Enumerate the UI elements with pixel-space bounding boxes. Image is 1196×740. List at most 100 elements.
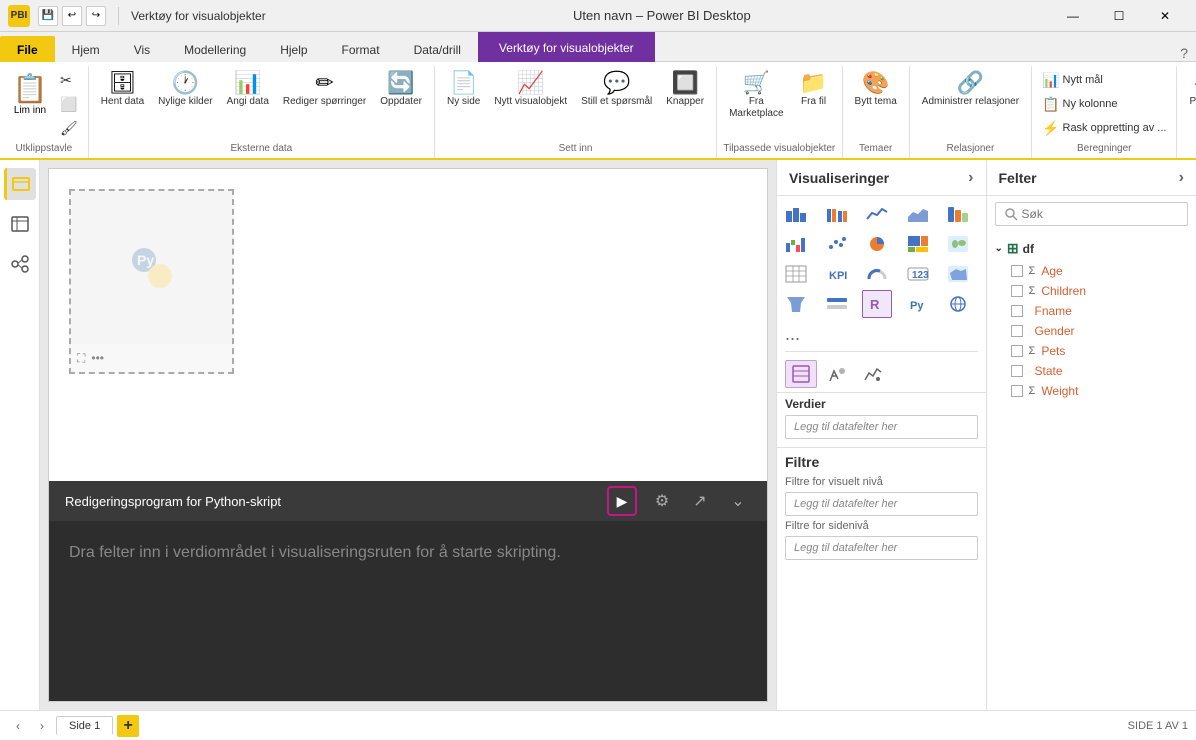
run-script-button[interactable]: ▶ bbox=[607, 486, 637, 516]
tab-hjelp[interactable]: Hjelp bbox=[263, 36, 324, 62]
tab-datadrill[interactable]: Data/drill bbox=[397, 36, 478, 62]
qa-button[interactable]: 💬 Still et spørsmål bbox=[575, 68, 658, 112]
viz-map[interactable] bbox=[943, 230, 973, 258]
nav-report[interactable] bbox=[4, 168, 36, 200]
manage-relations-button[interactable]: 🔗 Administrer relasjoner bbox=[916, 68, 1025, 112]
page-filter-drop-zone[interactable]: Legg til datafelter her bbox=[785, 536, 978, 560]
canvas-page[interactable]: Py ⛶ ••• Kjør skript-knapp ↙ Redi bbox=[48, 168, 768, 702]
visual-container[interactable]: Py ⛶ ••• bbox=[69, 189, 234, 374]
tab-modellering[interactable]: Modellering bbox=[167, 36, 263, 62]
field-item-weight[interactable]: Σ Weight bbox=[987, 381, 1196, 401]
viz-funnel[interactable] bbox=[781, 290, 811, 318]
main-area: Py ⛶ ••• Kjør skript-knapp ↙ Redi bbox=[0, 160, 1196, 710]
visual-more-icon[interactable]: ••• bbox=[91, 351, 104, 365]
viz-python-script[interactable]: Py bbox=[903, 290, 933, 318]
viz-area[interactable] bbox=[903, 200, 933, 228]
page-next-button[interactable]: › bbox=[32, 716, 52, 736]
enter-data-button[interactable]: 📊 Angi data bbox=[221, 68, 275, 112]
viz-treemap[interactable] bbox=[903, 230, 933, 258]
field-item-pets[interactable]: Σ Pets bbox=[987, 341, 1196, 361]
tab-file[interactable]: File bbox=[0, 36, 55, 62]
field-checkbox-children[interactable] bbox=[1011, 285, 1023, 297]
viz-card[interactable]: 123 bbox=[903, 260, 933, 288]
viz-waterfall[interactable] bbox=[781, 230, 811, 258]
viz-kpi[interactable]: KPI bbox=[822, 260, 852, 288]
tab-vis[interactable]: Vis bbox=[117, 36, 167, 62]
field-item-fname[interactable]: Fname bbox=[987, 301, 1196, 321]
values-drop-zone[interactable]: Legg til datafelter her bbox=[785, 415, 978, 439]
new-page-button[interactable]: 📄 Ny side bbox=[441, 68, 486, 112]
paste-button[interactable]: 📋 Lim inn bbox=[6, 68, 54, 120]
nav-data[interactable] bbox=[4, 208, 36, 240]
from-file-button[interactable]: 📁 Fra fil bbox=[792, 68, 836, 112]
viz-slicer[interactable] bbox=[822, 290, 852, 318]
nav-model[interactable] bbox=[4, 248, 36, 280]
more-visuals-button[interactable]: ... bbox=[777, 322, 986, 347]
viz-stacked-bar[interactable] bbox=[781, 200, 811, 228]
copy-button[interactable]: ⬜ bbox=[56, 94, 82, 115]
settings-button[interactable]: ⚙ bbox=[649, 488, 675, 514]
tab-hjem[interactable]: Hjem bbox=[55, 36, 117, 62]
close-button[interactable]: ✕ bbox=[1142, 0, 1188, 32]
page-prev-button[interactable]: ‹ bbox=[8, 716, 28, 736]
field-checkbox-gender[interactable] bbox=[1011, 325, 1023, 337]
field-group-df[interactable]: ⌄ ⊞ df bbox=[987, 236, 1196, 261]
add-page-button[interactable]: + bbox=[117, 715, 139, 737]
field-item-gender[interactable]: Gender bbox=[987, 321, 1196, 341]
format-painter-button[interactable]: 🖌 bbox=[56, 118, 82, 139]
publish-button[interactable]: 🚀 Publiser bbox=[1183, 68, 1196, 112]
viz-panel-expand-icon[interactable]: › bbox=[968, 169, 973, 187]
quick-access-toolbar[interactable]: 💾 ↩ ↪ bbox=[38, 6, 106, 26]
field-checkbox-fname[interactable] bbox=[1011, 305, 1023, 317]
viz-r-script[interactable]: R bbox=[862, 290, 892, 318]
field-checkbox-weight[interactable] bbox=[1011, 385, 1023, 397]
viz-line[interactable] bbox=[862, 200, 892, 228]
tab-format[interactable]: Format bbox=[325, 36, 397, 62]
collapse-editor-button[interactable]: ⌄ bbox=[725, 488, 751, 514]
switch-theme-button[interactable]: 🎨 Bytt tema bbox=[849, 68, 903, 112]
field-item-state[interactable]: State bbox=[987, 361, 1196, 381]
minimize-button[interactable]: — bbox=[1050, 0, 1096, 32]
marketplace-button[interactable]: 🛒 FraMarketplace bbox=[723, 68, 789, 124]
viz-matrix[interactable] bbox=[781, 260, 811, 288]
fields-tab[interactable] bbox=[785, 360, 817, 388]
quick-create-button[interactable]: ⚡ Rask oppretting av ... bbox=[1038, 118, 1170, 139]
viz-filled-map[interactable] bbox=[943, 260, 973, 288]
new-visual-button[interactable]: 📈 Nytt visualobjekt bbox=[488, 68, 573, 112]
field-checkbox-age[interactable] bbox=[1011, 265, 1023, 277]
new-measure-button[interactable]: 📊 Nytt mål bbox=[1038, 70, 1170, 91]
maximize-button[interactable]: ☐ bbox=[1096, 0, 1142, 32]
viz-globe[interactable] bbox=[943, 290, 973, 318]
fields-panel-expand-icon[interactable]: › bbox=[1179, 169, 1184, 187]
viz-scatter[interactable] bbox=[822, 230, 852, 258]
visual-expand-icon[interactable]: ⛶ bbox=[77, 351, 85, 366]
buttons-button[interactable]: 🔲 Knapper bbox=[660, 68, 710, 112]
viz-ribbon[interactable] bbox=[943, 200, 973, 228]
window-controls[interactable]: — ☐ ✕ bbox=[1050, 0, 1188, 32]
redo-btn[interactable]: ↪ bbox=[86, 6, 106, 26]
save-btn[interactable]: 💾 bbox=[38, 6, 58, 26]
format-tab[interactable] bbox=[821, 360, 853, 388]
refresh-button[interactable]: 🔄 Oppdater bbox=[374, 68, 428, 112]
analytics-tab[interactable] bbox=[857, 360, 889, 388]
expand-editor-button[interactable]: ↗ bbox=[687, 488, 713, 514]
undo-btn[interactable]: ↩ bbox=[62, 6, 82, 26]
field-checkbox-pets[interactable] bbox=[1011, 345, 1023, 357]
tab-verktoy[interactable]: Verktøy for visualobjekter bbox=[478, 32, 655, 62]
new-column-button[interactable]: 📋 Ny kolonne bbox=[1038, 94, 1170, 115]
edit-queries-button[interactable]: ✏ Rediger spørringer bbox=[277, 68, 372, 112]
recent-sources-button[interactable]: 🕐 Nylige kilder bbox=[152, 68, 218, 112]
cut-button[interactable]: ✂ bbox=[56, 70, 82, 91]
field-checkbox-state[interactable] bbox=[1011, 365, 1023, 377]
field-item-age[interactable]: Σ Age bbox=[987, 261, 1196, 281]
viz-clustered-bar[interactable] bbox=[822, 200, 852, 228]
viz-gauge[interactable] bbox=[862, 260, 892, 288]
visual-filter-drop-zone[interactable]: Legg til datafelter her bbox=[785, 492, 978, 516]
search-input[interactable] bbox=[1022, 207, 1180, 221]
get-data-button[interactable]: 🗄 Hent data bbox=[95, 68, 150, 112]
page-tab-1[interactable]: Side 1 bbox=[56, 716, 113, 735]
viz-pie[interactable] bbox=[862, 230, 892, 258]
field-item-children[interactable]: Σ Children bbox=[987, 281, 1196, 301]
fields-search-box[interactable] bbox=[995, 202, 1189, 226]
help-icon[interactable]: ? bbox=[1180, 45, 1188, 61]
